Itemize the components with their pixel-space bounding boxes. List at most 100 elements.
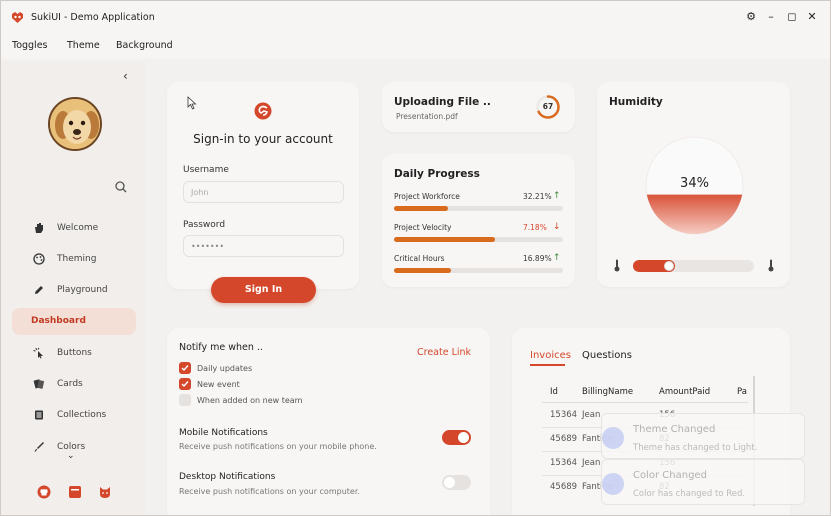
toast-message: Color has changed to Red. [633, 489, 746, 499]
chevron-down-icon[interactable]: ⌄ [67, 451, 75, 461]
book-icon[interactable] [68, 485, 82, 499]
checkbox[interactable] [179, 362, 191, 374]
column-header-id[interactable]: Id [550, 387, 558, 397]
sidebar-item-label: Welcome [57, 223, 99, 233]
menu-bar: Toggles Theme Background [1, 35, 830, 59]
brush-icon [34, 442, 44, 452]
cat-icon[interactable] [98, 485, 112, 499]
table-cell: 45689 [550, 434, 578, 444]
mobile-notifications-toggle[interactable] [442, 430, 471, 445]
arrow-up-icon: ↑ [553, 191, 561, 201]
collapse-sidebar-icon[interactable]: ‹ [123, 69, 128, 83]
progress-value: 16.89% [523, 254, 552, 263]
upload-progress-value: 67 [542, 102, 554, 111]
progress-label: Project Velocity [394, 223, 452, 232]
notify-title: Notify me when .. [179, 342, 263, 353]
upload-filename: Presentation.pdf [396, 112, 458, 121]
password-input[interactable]: ••••••• [183, 235, 344, 257]
sidebar-item-welcome[interactable]: Welcome [12, 215, 136, 242]
sidebar-item-label: Playground [57, 285, 108, 295]
close-button[interactable]: ✕ [805, 10, 819, 24]
pencil-icon [35, 286, 43, 294]
maximize-button[interactable]: ◻ [785, 10, 799, 24]
password-label: Password [183, 220, 226, 230]
checkbox-label: Daily updates [197, 364, 253, 373]
toast-dot-icon [602, 473, 624, 495]
column-header-amount-paid[interactable]: AmountPaid [659, 387, 710, 397]
table-cell: 45689 [550, 482, 578, 492]
table-cell: 15364 [550, 410, 578, 420]
sidebar-item-dashboard[interactable]: Dashboard [12, 308, 136, 335]
toast-notification[interactable]: Color Changed Color has changed to Red. [601, 459, 805, 505]
avatar [48, 97, 102, 151]
progress-track [394, 206, 563, 211]
sidebar-item-label: Collections [57, 410, 107, 420]
title-bar: SukiUI - Demo Application ⚙ – ◻ ✕ [1, 1, 830, 35]
column-header-billing-name[interactable]: BillingName [582, 387, 633, 397]
humidity-value: 34% [680, 176, 709, 191]
sidebar-item-playground[interactable]: Playground [12, 277, 136, 304]
toast-notification[interactable]: Theme Changed Theme has changed to Light… [601, 413, 805, 459]
progress-fill [394, 268, 451, 273]
thermometer-low-icon [614, 259, 620, 272]
tab-indicator [530, 364, 565, 366]
check-icon [181, 365, 189, 372]
mobile-notifications-desc: Receive push notifications on your mobil… [179, 442, 377, 451]
progress-value: 7.18% [523, 223, 547, 232]
menu-toggles[interactable]: Toggles [12, 40, 48, 51]
username-input[interactable]: John [183, 181, 344, 203]
thermometer-high-icon [768, 259, 774, 272]
table-cell: Jean [582, 410, 601, 420]
sidebar-item-label: Theming [57, 254, 97, 264]
mouse-cursor-icon [187, 96, 197, 110]
sidebar-item-buttons[interactable]: Buttons [12, 340, 136, 367]
search-icon[interactable] [113, 179, 129, 195]
menu-theme[interactable]: Theme [67, 40, 100, 51]
toast-title: Theme Changed [633, 424, 716, 435]
cursor-click-icon [33, 347, 43, 359]
check-icon [181, 381, 189, 388]
table-cell: 15364 [550, 458, 578, 468]
signin-title: Sign-in to your account [193, 132, 333, 146]
minimize-button[interactable]: – [764, 10, 778, 24]
mobile-notifications-title: Mobile Notifications [179, 428, 268, 438]
app-logo-icon [12, 12, 23, 23]
signin-button[interactable]: Sign In [211, 277, 316, 303]
notify-card: Notify me when .. Create Link Daily upda… [167, 328, 490, 515]
checkbox[interactable] [179, 394, 191, 406]
collection-icon [35, 410, 43, 420]
arrow-down-icon: ↓ [553, 222, 561, 232]
create-link-button[interactable]: Create Link [417, 347, 471, 358]
sidebar-item-collections[interactable]: Collections [12, 402, 136, 429]
progress-label: Project Workforce [394, 192, 460, 201]
column-header-pa[interactable]: Pa [737, 387, 747, 397]
progress-track [394, 268, 563, 273]
toast-message: Theme has changed to Light. [633, 443, 758, 453]
sidebar-item-cards[interactable]: Cards [12, 371, 136, 398]
cards-icon [33, 379, 45, 389]
sidebar-item-theming[interactable]: Theming [12, 246, 136, 273]
progress-track [394, 237, 563, 242]
progress-fill [394, 237, 495, 242]
sidebar-item-label: Buttons [57, 348, 92, 358]
checkbox[interactable] [179, 378, 191, 390]
sidebar-item-label: Cards [57, 379, 83, 389]
menu-background[interactable]: Background [116, 40, 173, 51]
humidity-fill [646, 194, 743, 234]
tab-questions[interactable]: Questions [582, 350, 632, 361]
username-label: Username [183, 165, 229, 175]
upload-title: Uploading File .. [394, 96, 491, 108]
daily-progress-card: Daily Progress Project Workforce 32.21% … [382, 154, 575, 287]
table-cell: Jean [582, 458, 601, 468]
upload-card: Uploading File .. Presentation.pdf 67 [382, 82, 575, 132]
desktop-notifications-toggle[interactable] [442, 475, 471, 490]
github-icon[interactable] [37, 485, 51, 499]
humidity-slider[interactable] [633, 260, 754, 272]
tab-invoices[interactable]: Invoices [530, 350, 571, 361]
progress-fill [394, 206, 448, 211]
sidebar-item-label: Dashboard [31, 316, 86, 326]
signin-card: Sign-in to your account Username John Pa… [167, 82, 359, 289]
humidity-title: Humidity [609, 96, 663, 108]
settings-gear-icon[interactable]: ⚙ [744, 10, 758, 24]
toggle-knob [458, 432, 469, 443]
